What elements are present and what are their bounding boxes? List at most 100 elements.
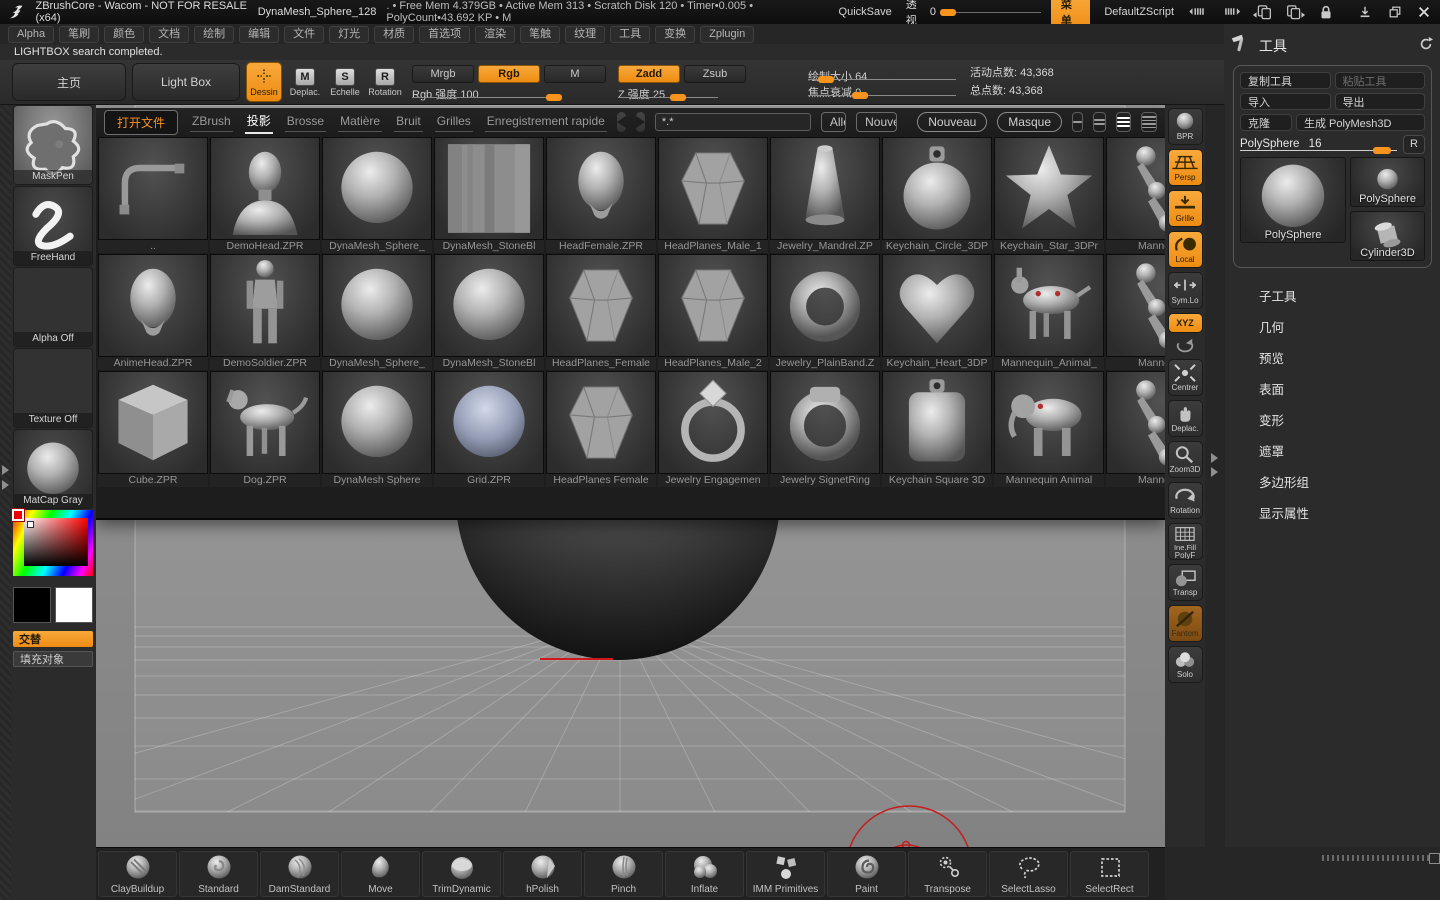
menu-item-Alpha[interactable]: Alpha <box>8 26 54 43</box>
tool-slider-knob[interactable] <box>1373 147 1391 154</box>
lightbox-item[interactable]: Keychain_Heart_3DP <box>882 254 992 370</box>
draw-mode-button[interactable]: Dessin <box>246 62 282 102</box>
reset-palette-icon[interactable] <box>1418 36 1434 55</box>
lock-icon[interactable] <box>1316 4 1335 20</box>
tool-subpalette-预览[interactable]: 预览 <box>1225 342 1440 373</box>
lightbox-item[interactable]: DynaMesh Sphere <box>322 371 432 487</box>
brush-pinch-button[interactable]: Pinch <box>584 851 663 897</box>
view-size-3-button[interactable] <box>1116 112 1131 132</box>
lightbox-tab-Enregistrement rapide[interactable]: Enregistrement rapide <box>485 112 607 132</box>
new-folder-button[interactable]: Nouveau doss <box>856 112 897 132</box>
sidebar-expand-arrow2-icon[interactable] <box>2 480 9 490</box>
rail-grille-button[interactable]: Grille <box>1168 190 1203 227</box>
lightbox-tab-Brosse[interactable]: Brosse <box>285 112 326 132</box>
menu-item-首选项[interactable]: 首选项 <box>419 26 470 43</box>
sidebar-item-freehand[interactable]: FreeHand <box>13 186 93 266</box>
rail-xyz-button[interactable]: XYZ <box>1168 313 1203 333</box>
rgb-intensity-slider[interactable]: Rgb 强度 100 <box>412 86 562 99</box>
view-size-1-button[interactable] <box>1072 112 1083 132</box>
lightbox-item[interactable]: Jewelry Engagemen <box>658 371 768 487</box>
lightbox-item[interactable]: HeadPlanes_Female <box>546 254 656 370</box>
lightbox-prev-button[interactable] <box>617 112 626 132</box>
resize-grip-box[interactable] <box>1429 853 1440 864</box>
recent-tool-polysphere[interactable]: PolySphere <box>1350 157 1425 207</box>
rail-local-button[interactable]: Local <box>1168 231 1203 268</box>
lightbox-item[interactable]: Jewelry_PlainBand.Z <box>770 254 880 370</box>
switch-color-button[interactable]: 交替 <box>13 631 93 647</box>
rotate-mode-button[interactable]: R Rotation <box>368 63 402 101</box>
brush-selectlasso-button[interactable]: SelectLasso <box>989 851 1068 897</box>
lightbox-toggle-button[interactable]: Light Box <box>132 63 240 101</box>
menu-item-灯光[interactable]: 灯光 <box>329 26 369 43</box>
menu-item-Zplugin[interactable]: Zplugin <box>700 26 754 43</box>
brush-imm-primitives-button[interactable]: IMM Primitives <box>746 851 825 897</box>
lightbox-item[interactable]: Grid.ZPR <box>434 371 544 487</box>
open-file-button[interactable]: 打开文件 <box>104 110 178 135</box>
z-intensity-slider[interactable]: Z 强度 25 <box>618 86 718 99</box>
sidebar-item-maskpen[interactable]: MaskPen <box>13 105 93 185</box>
scrub-forward-icon[interactable] <box>1220 4 1242 20</box>
tool-subpalette-子工具[interactable]: 子工具 <box>1225 280 1440 311</box>
lightbox-search-input[interactable] <box>655 113 811 131</box>
sidebar-item-texture-off[interactable]: Texture Off <box>13 348 93 428</box>
import-button[interactable]: 导入 <box>1240 93 1331 110</box>
m-button[interactable]: M <box>544 65 606 83</box>
zscript-button[interactable]: DefaultZScript <box>1100 6 1178 18</box>
brush-move-button[interactable]: Move <box>341 851 420 897</box>
brush-transpose-button[interactable]: Transpose <box>908 851 987 897</box>
perspective-knob[interactable] <box>940 9 956 16</box>
paste-tool-button[interactable]: 粘贴工具 <box>1335 72 1426 89</box>
rail-persp-button[interactable]: Persp <box>1168 149 1203 186</box>
lightbox-tab-Grilles[interactable]: Grilles <box>435 112 473 132</box>
tool-subpalette-变形[interactable]: 变形 <box>1225 404 1440 435</box>
menu-item-笔刷[interactable]: 笔刷 <box>59 26 99 43</box>
fill-object-button[interactable]: 填充对象 <box>13 651 93 667</box>
paste-document-icon[interactable] <box>1284 4 1306 20</box>
view-size-2-button[interactable] <box>1093 112 1106 132</box>
brush-inflate-button[interactable]: Inflate <box>665 851 744 897</box>
menu-item-纹理[interactable]: 纹理 <box>565 26 605 43</box>
z-intensity-knob[interactable] <box>670 94 686 101</box>
menu-item-绘制[interactable]: 绘制 <box>194 26 234 43</box>
lightbox-item[interactable]: Jewelry_Mandrel.ZP <box>770 137 880 253</box>
rgb-intensity-knob[interactable] <box>546 94 562 101</box>
r-button[interactable]: R <box>1403 135 1425 154</box>
lightbox-item[interactable]: Mannequin Animal <box>994 371 1104 487</box>
minimize-icon[interactable] <box>1356 4 1375 20</box>
sidebar-item-alpha-off[interactable]: Alpha Off <box>13 267 93 347</box>
menu-item-笔触[interactable]: 笔触 <box>520 26 560 43</box>
brush-claybuildup-button[interactable]: ClayBuildup <box>98 851 177 897</box>
lightbox-item[interactable]: DemoSoldier.ZPR <box>210 254 320 370</box>
tool-subpalette-遮罩[interactable]: 遮罩 <box>1225 435 1440 466</box>
menu-item-材质[interactable]: 材质 <box>374 26 414 43</box>
lightbox-item[interactable]: .. <box>98 137 208 253</box>
divider-arrow2-icon[interactable] <box>1211 467 1218 477</box>
brush-selectrect-button[interactable]: SelectRect <box>1070 851 1149 897</box>
make-polymesh3d-button[interactable]: 生成 PolyMesh3D <box>1296 114 1425 131</box>
sidebar-expand-arrow-icon[interactable] <box>2 465 9 475</box>
color-picker[interactable] <box>13 510 93 576</box>
lightbox-item[interactable]: HeadPlanes_Male_1 <box>658 137 768 253</box>
tool-subpalette-多边形组[interactable]: 多边形组 <box>1225 466 1440 497</box>
lightbox-item[interactable]: HeadFemale.ZPR <box>546 137 656 253</box>
go-button[interactable]: Aller <box>821 112 846 132</box>
lightbox-tab-Matière[interactable]: Matière <box>338 112 382 132</box>
rail-deplac.-button[interactable]: Deplac. <box>1168 400 1203 437</box>
brush-paint-button[interactable]: Paint <box>827 851 906 897</box>
brush-trimdynamic-button[interactable]: TrimDynamic <box>422 851 501 897</box>
rail-polyf-button[interactable]: Ine.FillPolyF <box>1168 523 1203 560</box>
rail-rotation-button[interactable]: Rotation <box>1168 482 1203 519</box>
tool-subpalette-几何[interactable]: 几何 <box>1225 311 1440 342</box>
menu-item-文档[interactable]: 文档 <box>149 26 189 43</box>
lightbox-item[interactable]: HeadPlanes Female <box>546 371 656 487</box>
lightbox-tab-投影[interactable]: 投影 <box>245 110 273 134</box>
mrgb-button[interactable]: Mrgb <box>412 65 474 83</box>
view-list-button[interactable] <box>1141 112 1157 132</box>
restore-window-icon[interactable] <box>1385 4 1404 20</box>
sidebar-item-matcap-gray[interactable]: MatCap Gray <box>13 429 93 509</box>
current-tool-thumbnail[interactable]: PolySphere <box>1240 157 1346 243</box>
perspective-track[interactable] <box>940 12 1041 13</box>
clone-button[interactable]: 克隆 <box>1240 114 1292 131</box>
focal-shift-knob[interactable] <box>852 92 868 99</box>
close-window-icon[interactable] <box>1415 4 1434 20</box>
